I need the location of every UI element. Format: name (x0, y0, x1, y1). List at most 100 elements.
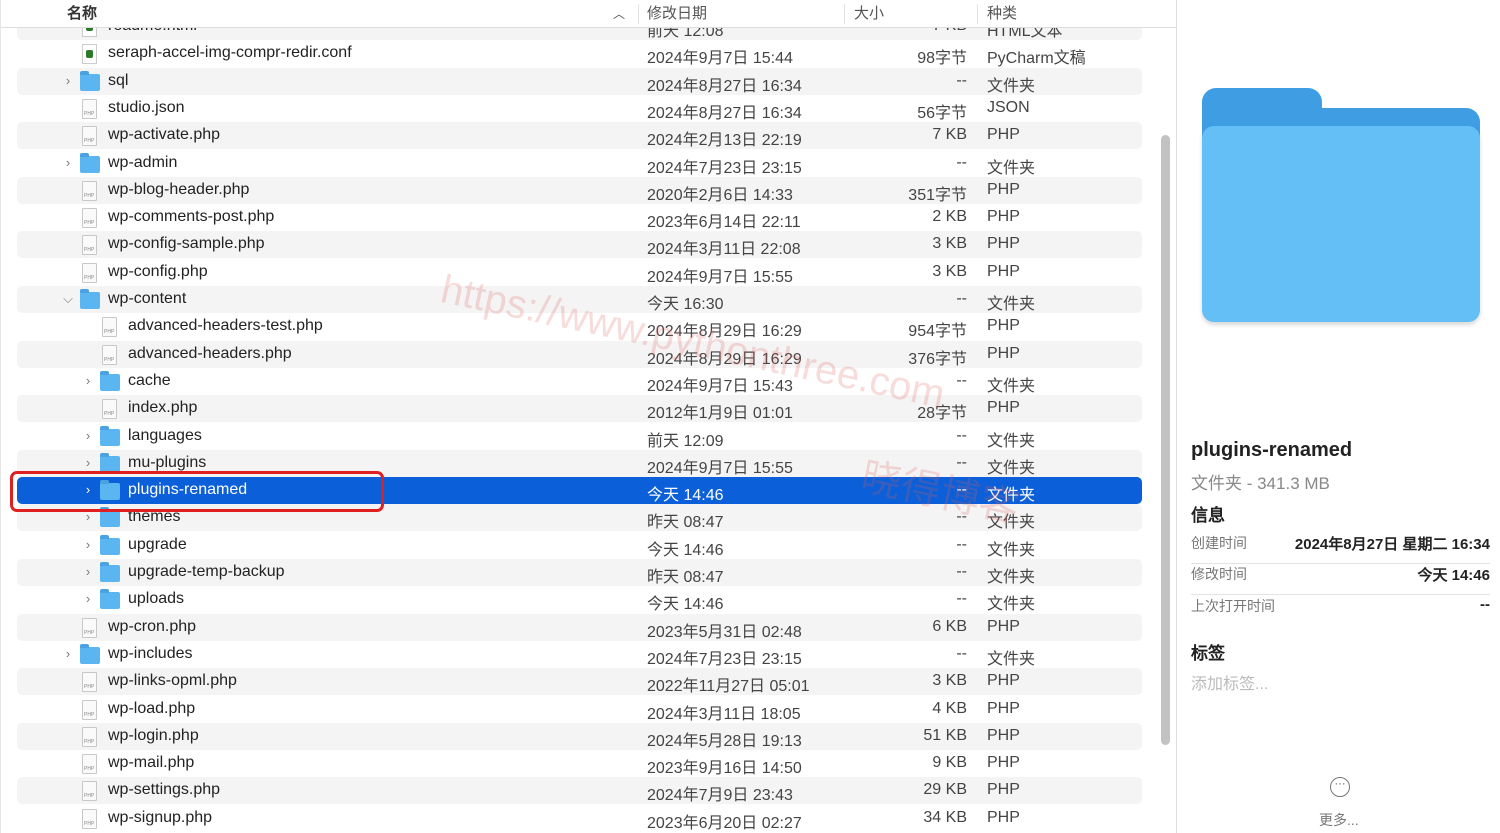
file-row[interactable]: wp-blog-header.php 2020年2月6日 14:33 351字节 PH… (17, 176, 1142, 204)
file-date: 2024年3月11日 18:05 (647, 705, 801, 723)
chevron-right-icon[interactable]: › (82, 373, 94, 388)
file-row[interactable]: › wp-admin 2024年7月23日 23:15 -- 文件夹 (17, 150, 1142, 177)
file-name: wp-content (108, 290, 187, 307)
file-row[interactable]: › upgrade-temp-backup 昨天 08:47 -- 文件夹 (17, 559, 1142, 586)
file-kind: PHP (987, 126, 1020, 144)
file-row[interactable]: advanced-headers.php 2024年8月29日 16:29 376字… (17, 340, 1142, 368)
file-row[interactable]: wp-config.php 2024年9月7日 15:55 3 KB PHP (17, 259, 1142, 286)
file-size: -- (956, 563, 967, 580)
file-date: 今天 14:46 (647, 541, 724, 559)
file-date: 2024年8月29日 16:29 (647, 323, 802, 341)
file-kind: PHP (987, 262, 1020, 280)
file-size: -- (956, 481, 967, 499)
column-divider[interactable] (638, 4, 639, 24)
folder-icon (80, 152, 100, 173)
file-row[interactable]: › uploads 今天 14:46 -- 文件夹 (17, 586, 1142, 613)
opened-value: -- (1480, 596, 1490, 613)
chevron-right-icon[interactable]: › (82, 537, 94, 552)
file-name: wp-signup.php (108, 808, 213, 826)
file-size: -- (956, 371, 967, 389)
column-kind[interactable]: 种类 (987, 2, 1017, 23)
file-date: 2024年7月23日 23:15 (647, 159, 802, 177)
file-size: -- (956, 535, 967, 553)
file-row[interactable]: › wp-includes 2024年7月23日 23:15 -- 文件夹 (17, 641, 1142, 668)
file-name: wp-settings.php (108, 781, 221, 799)
more-icon[interactable]: ··· (1330, 777, 1350, 797)
file-icon (80, 44, 97, 65)
file-row[interactable]: › cache 2024年9月7日 15:43 -- 文件夹 (17, 368, 1142, 395)
file-kind: 文件夹 (987, 77, 1036, 95)
chevron-right-icon[interactable]: › (82, 455, 94, 470)
scrollbar[interactable] (1161, 135, 1170, 745)
file-date: 2024年8月27日 16:34 (647, 77, 802, 95)
highlight-box (10, 471, 384, 512)
file-icon (100, 399, 117, 420)
file-row[interactable]: wp-config-sample.php 2024年3月11日 22:08 3 KB… (17, 231, 1142, 259)
column-size[interactable]: 大小 (854, 2, 884, 23)
file-row[interactable]: index.php 2012年1月9日 01:01 28字节 PHP (17, 395, 1142, 423)
file-icon (80, 699, 97, 720)
file-size: 51 KB (923, 726, 967, 744)
column-date[interactable]: 修改日期 (647, 2, 707, 23)
file-row[interactable]: › sql 2024年8月27日 16:34 -- 文件夹 (17, 67, 1142, 95)
file-row[interactable]: wp-cron.php 2023年5月31日 02:48 6 KB PHP (17, 613, 1142, 641)
file-size: 2 KB (932, 208, 967, 226)
file-row[interactable]: wp-signup.php 2023年6月20日 02:27 34 KB PHP (17, 805, 1142, 832)
file-row[interactable]: advanced-headers-test.php 2024年8月29日 16:2… (17, 313, 1142, 340)
folder-preview-icon (1202, 88, 1480, 322)
column-divider[interactable] (844, 4, 845, 24)
file-name: wp-blog-header.php (108, 180, 250, 198)
file-kind: 文件夹 (987, 296, 1036, 313)
column-divider[interactable] (977, 4, 978, 24)
chevron-down-icon[interactable]: ⌵ (62, 291, 74, 307)
file-row[interactable]: seraph-accel-img-compr-redir.conf 2024年9月… (17, 40, 1142, 67)
file-row[interactable]: studio.json 2024年8月27日 16:34 56字节 JSON (17, 95, 1142, 122)
more-button[interactable]: 更多... (1319, 810, 1359, 830)
file-row[interactable]: wp-settings.php 2024年7月9日 23:43 29 KB PHP (17, 777, 1142, 805)
chevron-right-icon[interactable]: › (82, 591, 94, 606)
file-row[interactable]: wp-comments-post.php 2023年6月14日 22:11 2 KB… (17, 204, 1142, 231)
file-row[interactable]: wp-login.php 2024年5月28日 19:13 51 KB PHP (17, 722, 1142, 750)
file-name: wp-config-sample.php (108, 235, 265, 253)
chevron-right-icon[interactable]: › (62, 646, 74, 661)
file-row[interactable]: wp-load.php 2024年3月11日 18:05 4 KB PHP (17, 696, 1142, 723)
file-name: upgrade (128, 535, 187, 553)
file-date: 2024年8月27日 16:34 (647, 104, 802, 122)
chevron-up-icon[interactable]: ︿ (613, 5, 625, 22)
created-row: 创建时间 2024年8月27日 星期二 16:34 (1191, 533, 1490, 564)
add-tag-input[interactable]: 添加标签... (1191, 670, 1268, 694)
file-kind: PHP (987, 808, 1020, 826)
file-date: 2024年7月9日 23:43 (647, 787, 793, 805)
file-row[interactable]: wp-mail.php 2023年9月16日 14:50 9 KB PHP (17, 750, 1142, 777)
file-date: 2024年5月28日 19:13 (647, 732, 802, 750)
file-size: 9 KB (932, 754, 967, 772)
chevron-right-icon[interactable]: › (82, 428, 94, 443)
file-name: wp-links-opml.php (108, 672, 237, 690)
file-size: 376字节 (908, 350, 967, 368)
modified-value: 今天 14:46 (1417, 567, 1490, 584)
file-date: 昨天 08:47 (647, 569, 724, 586)
created-label: 创建时间 (1191, 535, 1247, 551)
file-date: 前天 12:09 (647, 432, 724, 450)
file-row[interactable]: › languages 前天 12:09 -- 文件夹 (17, 423, 1142, 450)
file-icon (80, 754, 97, 775)
file-icon (80, 208, 97, 229)
file-date: 2022年11月27日 05:01 (647, 678, 810, 696)
opened-label: 上次打开时间 (1191, 598, 1275, 614)
file-row[interactable]: ⌵ wp-content 今天 16:30 -- 文件夹 (17, 286, 1142, 313)
column-name[interactable]: 名称 (67, 2, 97, 23)
file-size: 3 KB (932, 235, 967, 253)
file-date: 2024年8月29日 16:29 (647, 350, 802, 368)
chevron-right-icon[interactable]: › (62, 73, 74, 88)
file-icon (80, 781, 97, 802)
file-row[interactable]: wp-activate.php 2024年2月13日 22:19 7 KB PHP (17, 122, 1142, 150)
file-kind: 文件夹 (987, 459, 1036, 477)
chevron-right-icon[interactable]: › (82, 564, 94, 579)
file-row[interactable]: wp-links-opml.php 2022年11月27日 05:01 3 KB PH… (17, 668, 1142, 696)
created-value: 2024年8月27日 星期二 16:34 (1294, 536, 1490, 553)
file-row[interactable]: › upgrade 今天 14:46 -- 文件夹 (17, 532, 1142, 559)
file-icon (80, 126, 97, 147)
file-kind: 文件夹 (987, 377, 1036, 395)
file-date: 今天 16:30 (647, 296, 724, 313)
chevron-right-icon[interactable]: › (62, 155, 74, 170)
